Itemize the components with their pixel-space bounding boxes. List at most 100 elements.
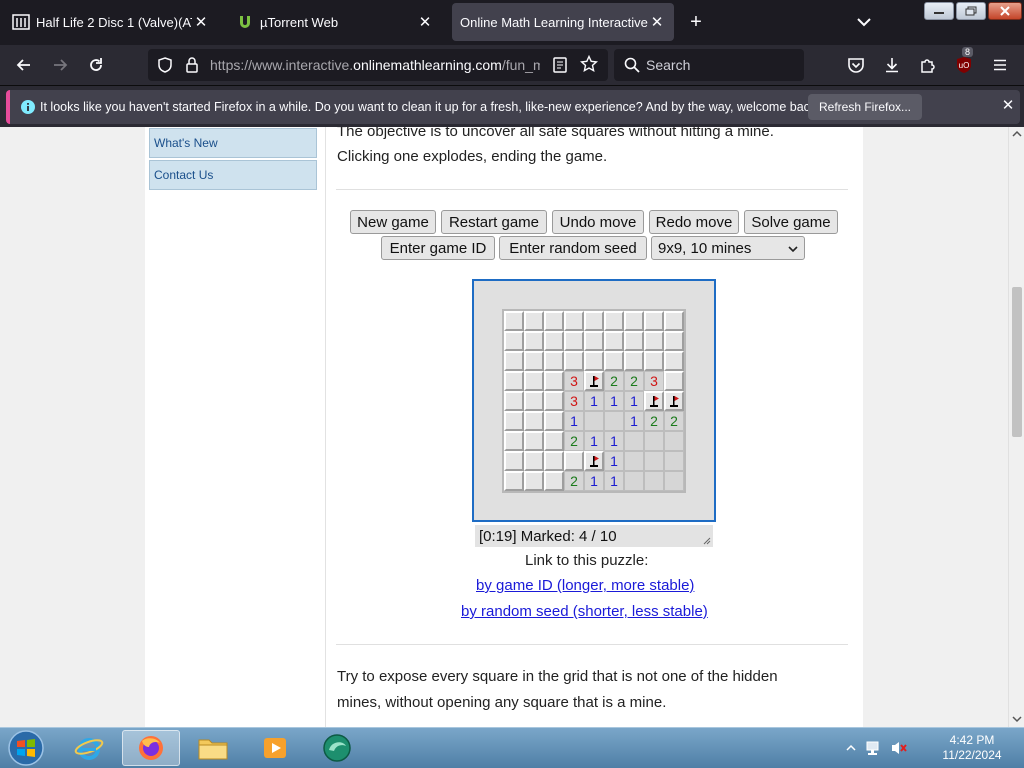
extensions-button[interactable] <box>914 51 942 79</box>
refresh-firefox-button[interactable]: Refresh Firefox... <box>808 94 922 120</box>
close-tab-icon[interactable]: ✕ <box>648 13 666 31</box>
flag-icon[interactable] <box>664 391 684 411</box>
number-cell[interactable]: 3 <box>564 391 584 411</box>
covered-cell[interactable] <box>664 351 684 371</box>
scrollbar-thumb[interactable] <box>1012 287 1022 437</box>
close-icon[interactable]: ✕ <box>998 96 1018 116</box>
covered-cell[interactable] <box>564 451 584 471</box>
covered-cell[interactable] <box>544 431 564 451</box>
covered-cell[interactable] <box>564 351 584 371</box>
random-seed-link[interactable]: by random seed (shorter, less stable) <box>461 603 708 620</box>
list-all-tabs-button[interactable] <box>852 12 876 32</box>
ublock-extension-button[interactable]: uO 8 <box>950 47 978 79</box>
downloads-button[interactable] <box>878 51 906 79</box>
covered-cell[interactable] <box>524 371 544 391</box>
undo-move-button[interactable]: Undo move <box>552 210 644 234</box>
covered-cell[interactable] <box>524 431 544 451</box>
new-game-button[interactable]: New game <box>350 210 436 234</box>
covered-cell[interactable] <box>604 331 624 351</box>
number-cell[interactable]: 2 <box>664 411 684 431</box>
close-window-button[interactable] <box>988 2 1022 20</box>
shield-icon[interactable] <box>156 56 174 79</box>
covered-cell[interactable] <box>644 331 664 351</box>
covered-cell[interactable] <box>644 311 664 331</box>
number-cell[interactable]: 1 <box>604 431 624 451</box>
url-bar[interactable]: https://www.interactive.onlinemathlearni… <box>148 49 608 81</box>
tab-half-life[interactable]: Half Life 2 Disc 1 (Valve)(ATI)(Vi ✕ <box>4 3 218 41</box>
covered-cell[interactable] <box>624 331 644 351</box>
covered-cell[interactable] <box>504 431 524 451</box>
covered-cell[interactable] <box>604 311 624 331</box>
start-button[interactable] <box>6 729 46 767</box>
revealed-cell[interactable] <box>644 431 664 451</box>
enter-random-seed-button[interactable]: Enter random seed <box>499 236 647 260</box>
network-icon[interactable] <box>866 740 884 756</box>
covered-cell[interactable] <box>524 411 544 431</box>
revealed-cell[interactable] <box>664 471 684 491</box>
taskbar-file-explorer[interactable] <box>184 730 242 766</box>
minimize-button[interactable] <box>924 2 954 20</box>
number-cell[interactable]: 1 <box>564 411 584 431</box>
revealed-cell[interactable] <box>624 471 644 491</box>
revealed-cell[interactable] <box>624 451 644 471</box>
number-cell[interactable]: 3 <box>644 371 664 391</box>
number-cell[interactable]: 1 <box>584 471 604 491</box>
tray-expand-icon[interactable] <box>846 744 856 752</box>
page-scrollbar[interactable] <box>1008 127 1024 727</box>
covered-cell[interactable] <box>584 351 604 371</box>
scroll-up-icon[interactable] <box>1012 130 1022 138</box>
covered-cell[interactable] <box>524 351 544 371</box>
new-tab-button[interactable]: + <box>684 9 708 35</box>
revealed-cell[interactable] <box>644 451 664 471</box>
covered-cell[interactable] <box>544 331 564 351</box>
covered-cell[interactable] <box>504 451 524 471</box>
covered-cell[interactable] <box>524 451 544 471</box>
pocket-button[interactable] <box>842 51 870 79</box>
volume-muted-icon[interactable] <box>890 739 908 757</box>
sidebar-item-contact-us[interactable]: Contact Us <box>149 160 317 190</box>
number-cell[interactable]: 2 <box>564 431 584 451</box>
revealed-cell[interactable] <box>584 411 604 431</box>
covered-cell[interactable] <box>664 331 684 351</box>
flag-icon[interactable] <box>584 451 604 471</box>
revealed-cell[interactable] <box>664 451 684 471</box>
close-tab-icon[interactable]: ✕ <box>416 13 434 31</box>
covered-cell[interactable] <box>664 371 684 391</box>
number-cell[interactable]: 1 <box>604 451 624 471</box>
number-cell[interactable]: 2 <box>644 411 664 431</box>
number-cell[interactable]: 1 <box>584 431 604 451</box>
covered-cell[interactable] <box>564 331 584 351</box>
number-cell[interactable]: 1 <box>584 391 604 411</box>
revealed-cell[interactable] <box>604 411 624 431</box>
close-tab-icon[interactable]: ✕ <box>192 13 210 31</box>
revealed-cell[interactable] <box>624 431 644 451</box>
scroll-down-icon[interactable] <box>1012 715 1022 723</box>
tab-utorrent[interactable]: µTorrent Web ✕ <box>228 3 442 41</box>
covered-cell[interactable] <box>584 331 604 351</box>
flag-icon[interactable] <box>644 391 664 411</box>
restart-game-button[interactable]: Restart game <box>441 210 547 234</box>
taskbar-internet-explorer[interactable] <box>60 730 118 766</box>
covered-cell[interactable] <box>644 351 664 371</box>
covered-cell[interactable] <box>524 311 544 331</box>
covered-cell[interactable] <box>504 331 524 351</box>
covered-cell[interactable] <box>504 311 524 331</box>
covered-cell[interactable] <box>524 471 544 491</box>
number-cell[interactable]: 1 <box>624 411 644 431</box>
system-clock[interactable]: 4:42 PM 11/22/2024 <box>936 733 1008 763</box>
covered-cell[interactable] <box>544 471 564 491</box>
revealed-cell[interactable] <box>644 471 664 491</box>
covered-cell[interactable] <box>524 391 544 411</box>
covered-cell[interactable] <box>524 331 544 351</box>
covered-cell[interactable] <box>584 311 604 331</box>
flag-icon[interactable] <box>584 371 604 391</box>
covered-cell[interactable] <box>504 411 524 431</box>
taskbar-media-player[interactable] <box>246 730 304 766</box>
covered-cell[interactable] <box>504 471 524 491</box>
reader-view-icon[interactable] <box>552 56 568 79</box>
covered-cell[interactable] <box>544 411 564 431</box>
covered-cell[interactable] <box>544 451 564 471</box>
forward-button[interactable] <box>46 51 74 79</box>
covered-cell[interactable] <box>504 391 524 411</box>
solve-game-button[interactable]: Solve game <box>744 210 838 234</box>
